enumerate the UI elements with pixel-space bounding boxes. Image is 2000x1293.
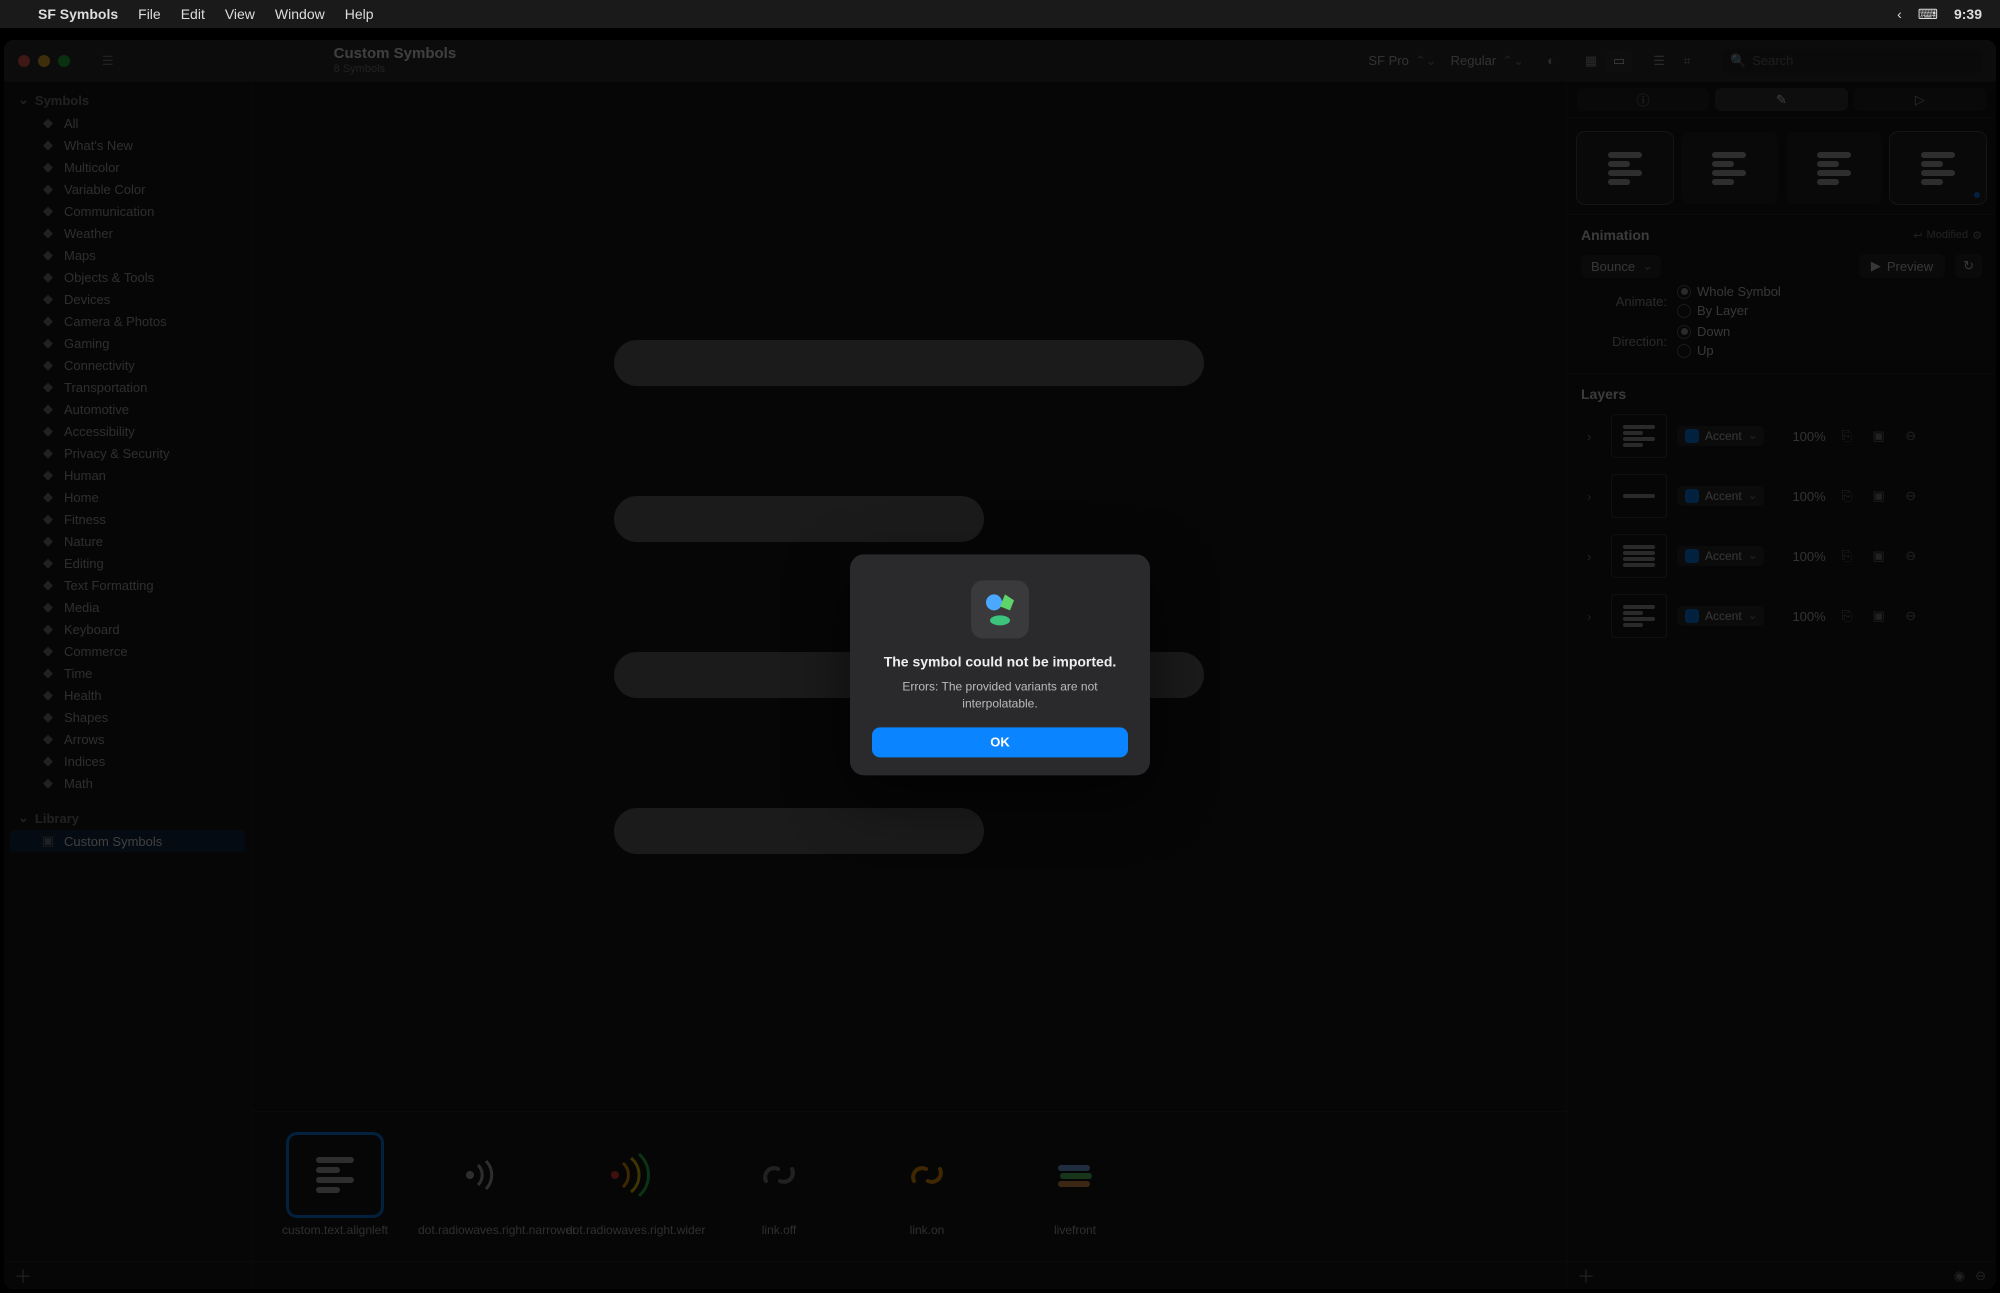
app-icon <box>971 580 1029 638</box>
dialog-title: The symbol could not be imported. <box>872 652 1128 671</box>
dialog-ok-button[interactable]: OK <box>872 727 1128 757</box>
main-window: ☰ Custom Symbols 8 Symbols SF Pro ⌃⌄ Reg… <box>4 40 1996 1289</box>
menu-file[interactable]: File <box>138 6 161 22</box>
menu-view[interactable]: View <box>225 6 255 22</box>
error-dialog: The symbol could not be imported. Errors… <box>850 554 1150 775</box>
dialog-message: Errors: The provided variants are not in… <box>872 679 1128 711</box>
menu-help[interactable]: Help <box>345 6 374 22</box>
keyboard-layout-icon[interactable]: ⌨︎ <box>1918 6 1938 23</box>
menu-window[interactable]: Window <box>275 6 325 22</box>
menubar-clock[interactable]: 9:39 <box>1954 6 1982 22</box>
menubar-app-name[interactable]: SF Symbols <box>38 6 118 22</box>
chevron-left-icon[interactable]: ‹ <box>1897 6 1902 22</box>
menu-edit[interactable]: Edit <box>181 6 205 22</box>
menubar: SF Symbols File Edit View Window Help ‹ … <box>0 0 2000 28</box>
